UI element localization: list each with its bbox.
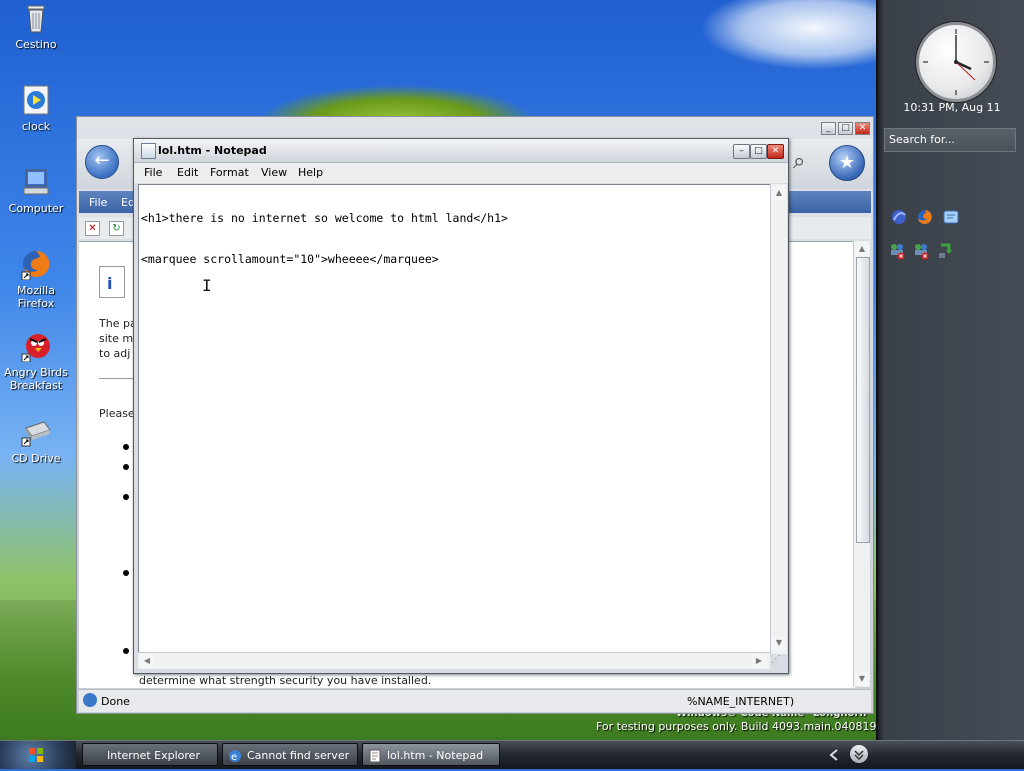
cloud [700, 0, 890, 70]
desktop-icon-clock[interactable]: clock [0, 84, 72, 133]
scroll-down-arrow[interactable]: ▼ [772, 636, 786, 650]
stop-icon[interactable]: ✕ [85, 221, 100, 236]
desktop-icon-label: Angry Birds Breakfast [4, 366, 68, 392]
taskbar-item-label: Cannot find server [247, 749, 350, 762]
notepad-vertical-scrollbar[interactable]: ▲ ▼ [770, 184, 787, 654]
firefox-tray-icon[interactable] [916, 208, 934, 226]
svg-text:e: e [231, 752, 237, 763]
desktop-icon-angry-birds[interactable]: Angry Birds Breakfast [0, 330, 72, 392]
bullet [123, 494, 129, 500]
sidebar: 10:31 PM, Aug 11 Search for... [876, 0, 1024, 740]
taskbar-item-cannot-find-server[interactable]: e Cannot find server [222, 743, 358, 766]
ie-close-button[interactable]: ✕ [855, 122, 870, 135]
start-button[interactable] [0, 741, 76, 769]
ie-minimize-button[interactable]: _ [821, 122, 836, 135]
desktop-icon-label: Mozilla Firefox [17, 284, 55, 310]
notepad-horizontal-scrollbar[interactable]: ◀ ▶ [138, 652, 770, 669]
cd-drive-icon [20, 416, 52, 448]
text-line: <h1>there is no internet so welcome to h… [141, 211, 508, 225]
scroll-right-arrow[interactable]: ▶ [752, 654, 766, 668]
scroll-up-arrow[interactable]: ▲ [855, 242, 869, 256]
text-line: <marquee scrollamount="10">wheeee</marqu… [141, 251, 439, 266]
ie-menu-file[interactable]: File [89, 196, 107, 209]
desktop-icon-computer[interactable]: Computer [0, 166, 72, 215]
favorites-star-icon[interactable]: ★ [829, 145, 865, 181]
close-button[interactable]: ✕ [767, 144, 784, 159]
page-text: to adj [99, 347, 131, 360]
notepad-text-area[interactable]: <h1>there is no internet so welcome to h… [138, 184, 771, 654]
clock-hour-hand [955, 60, 972, 71]
back-arrow-icon[interactable]: ← [85, 145, 119, 179]
desktop-icon-firefox[interactable]: Mozilla Firefox [0, 248, 72, 310]
menu-format[interactable]: Format [210, 166, 249, 179]
menu-file[interactable]: File [144, 166, 162, 179]
desktop-icon-label: CD Drive [11, 452, 61, 465]
notepad-text[interactable]: <h1>there is no internet so welcome to h… [141, 185, 508, 293]
notepad-menubar: File Edit Format View Help [134, 163, 788, 183]
page-status-icon [83, 693, 97, 707]
notepad-title: lol.htm - Notepad [158, 144, 267, 157]
desktop-icon-recycle-bin[interactable]: Cestino [0, 2, 72, 51]
network-icon[interactable] [890, 208, 908, 226]
tray-arrow-icon[interactable] [826, 747, 842, 763]
bullet [123, 648, 129, 654]
desktop-icon-label: clock [21, 120, 51, 133]
minimize-button[interactable]: – [733, 144, 750, 159]
status-done: Done [101, 695, 130, 708]
scroll-thumb[interactable] [856, 257, 870, 543]
maximize-button[interactable]: □ [750, 144, 767, 159]
taskbar-item-label: Internet Explorer [107, 749, 200, 762]
page-text: The pa [99, 317, 137, 330]
sidebar-toggle-icon[interactable] [850, 745, 868, 763]
clock-text: 10:31 PM, Aug 11 [903, 101, 1001, 114]
notepad-titlebar[interactable]: lol.htm - Notepad – □ ✕ [134, 139, 788, 163]
taskbar-item-notepad[interactable]: lol.htm - Notepad [362, 743, 500, 766]
desktop-icon-label: Cestino [15, 38, 57, 51]
media-player-icon [20, 84, 52, 116]
computer-icon [20, 166, 52, 198]
users-error-icon-2[interactable] [912, 242, 930, 260]
menu-view[interactable]: View [261, 166, 287, 179]
ie-status-bar: Done %NAME_INTERNET) [79, 689, 871, 712]
users-error-icon[interactable] [888, 242, 906, 260]
notepad-app-icon [141, 143, 156, 159]
status-zone: %NAME_INTERNET) [687, 695, 795, 708]
desktop-icon-cd-drive[interactable]: CD Drive [0, 416, 72, 465]
build-watermark: For testing purposes only. Build 4093.ma… [596, 720, 909, 733]
bullet [123, 444, 129, 450]
notepad-window[interactable]: lol.htm - Notepad – □ ✕ File Edit Format… [133, 138, 789, 674]
resize-grip-icon[interactable]: ⋰ [771, 654, 785, 668]
angry-birds-icon [20, 330, 52, 363]
page-text: determine what strength security you hav… [139, 674, 432, 687]
sync-icon[interactable] [936, 242, 954, 260]
windows-logo-icon [29, 748, 43, 762]
ie-maximize-button[interactable]: □ [838, 122, 853, 135]
page-text: site m [99, 332, 134, 345]
scroll-up-arrow[interactable]: ▲ [772, 186, 786, 200]
ie-vertical-scrollbar[interactable]: ▲ ▼ [853, 241, 870, 687]
text-cursor-icon: I [202, 276, 212, 295]
messenger-icon[interactable] [942, 208, 960, 226]
bullet [123, 464, 129, 470]
page-text: Please [99, 407, 135, 420]
search-icon[interactable]: ⌕ [793, 149, 819, 175]
clock-gadget[interactable] [916, 22, 996, 102]
ie-icon: e [228, 748, 242, 763]
menu-edit[interactable]: Edit [177, 166, 198, 179]
scroll-left-arrow[interactable]: ◀ [140, 654, 154, 668]
recycle-bin-icon [20, 2, 52, 34]
bullet [123, 570, 129, 576]
scroll-down-arrow[interactable]: ▼ [855, 672, 869, 686]
info-icon: i [99, 266, 125, 298]
menu-help[interactable]: Help [298, 166, 323, 179]
notepad-icon [368, 748, 382, 763]
sidebar-search-input[interactable]: Search for... [884, 128, 1016, 152]
desktop-icon-label: Computer [8, 202, 64, 215]
firefox-icon [20, 248, 52, 281]
taskbar-item-ie[interactable]: Internet Explorer [82, 743, 218, 766]
taskbar: Internet Explorer e Cannot find server l… [0, 740, 1024, 769]
taskbar-item-label: lol.htm - Notepad [387, 749, 484, 762]
refresh-icon[interactable]: ↻ [109, 221, 124, 236]
clock-second-hand [955, 61, 976, 81]
